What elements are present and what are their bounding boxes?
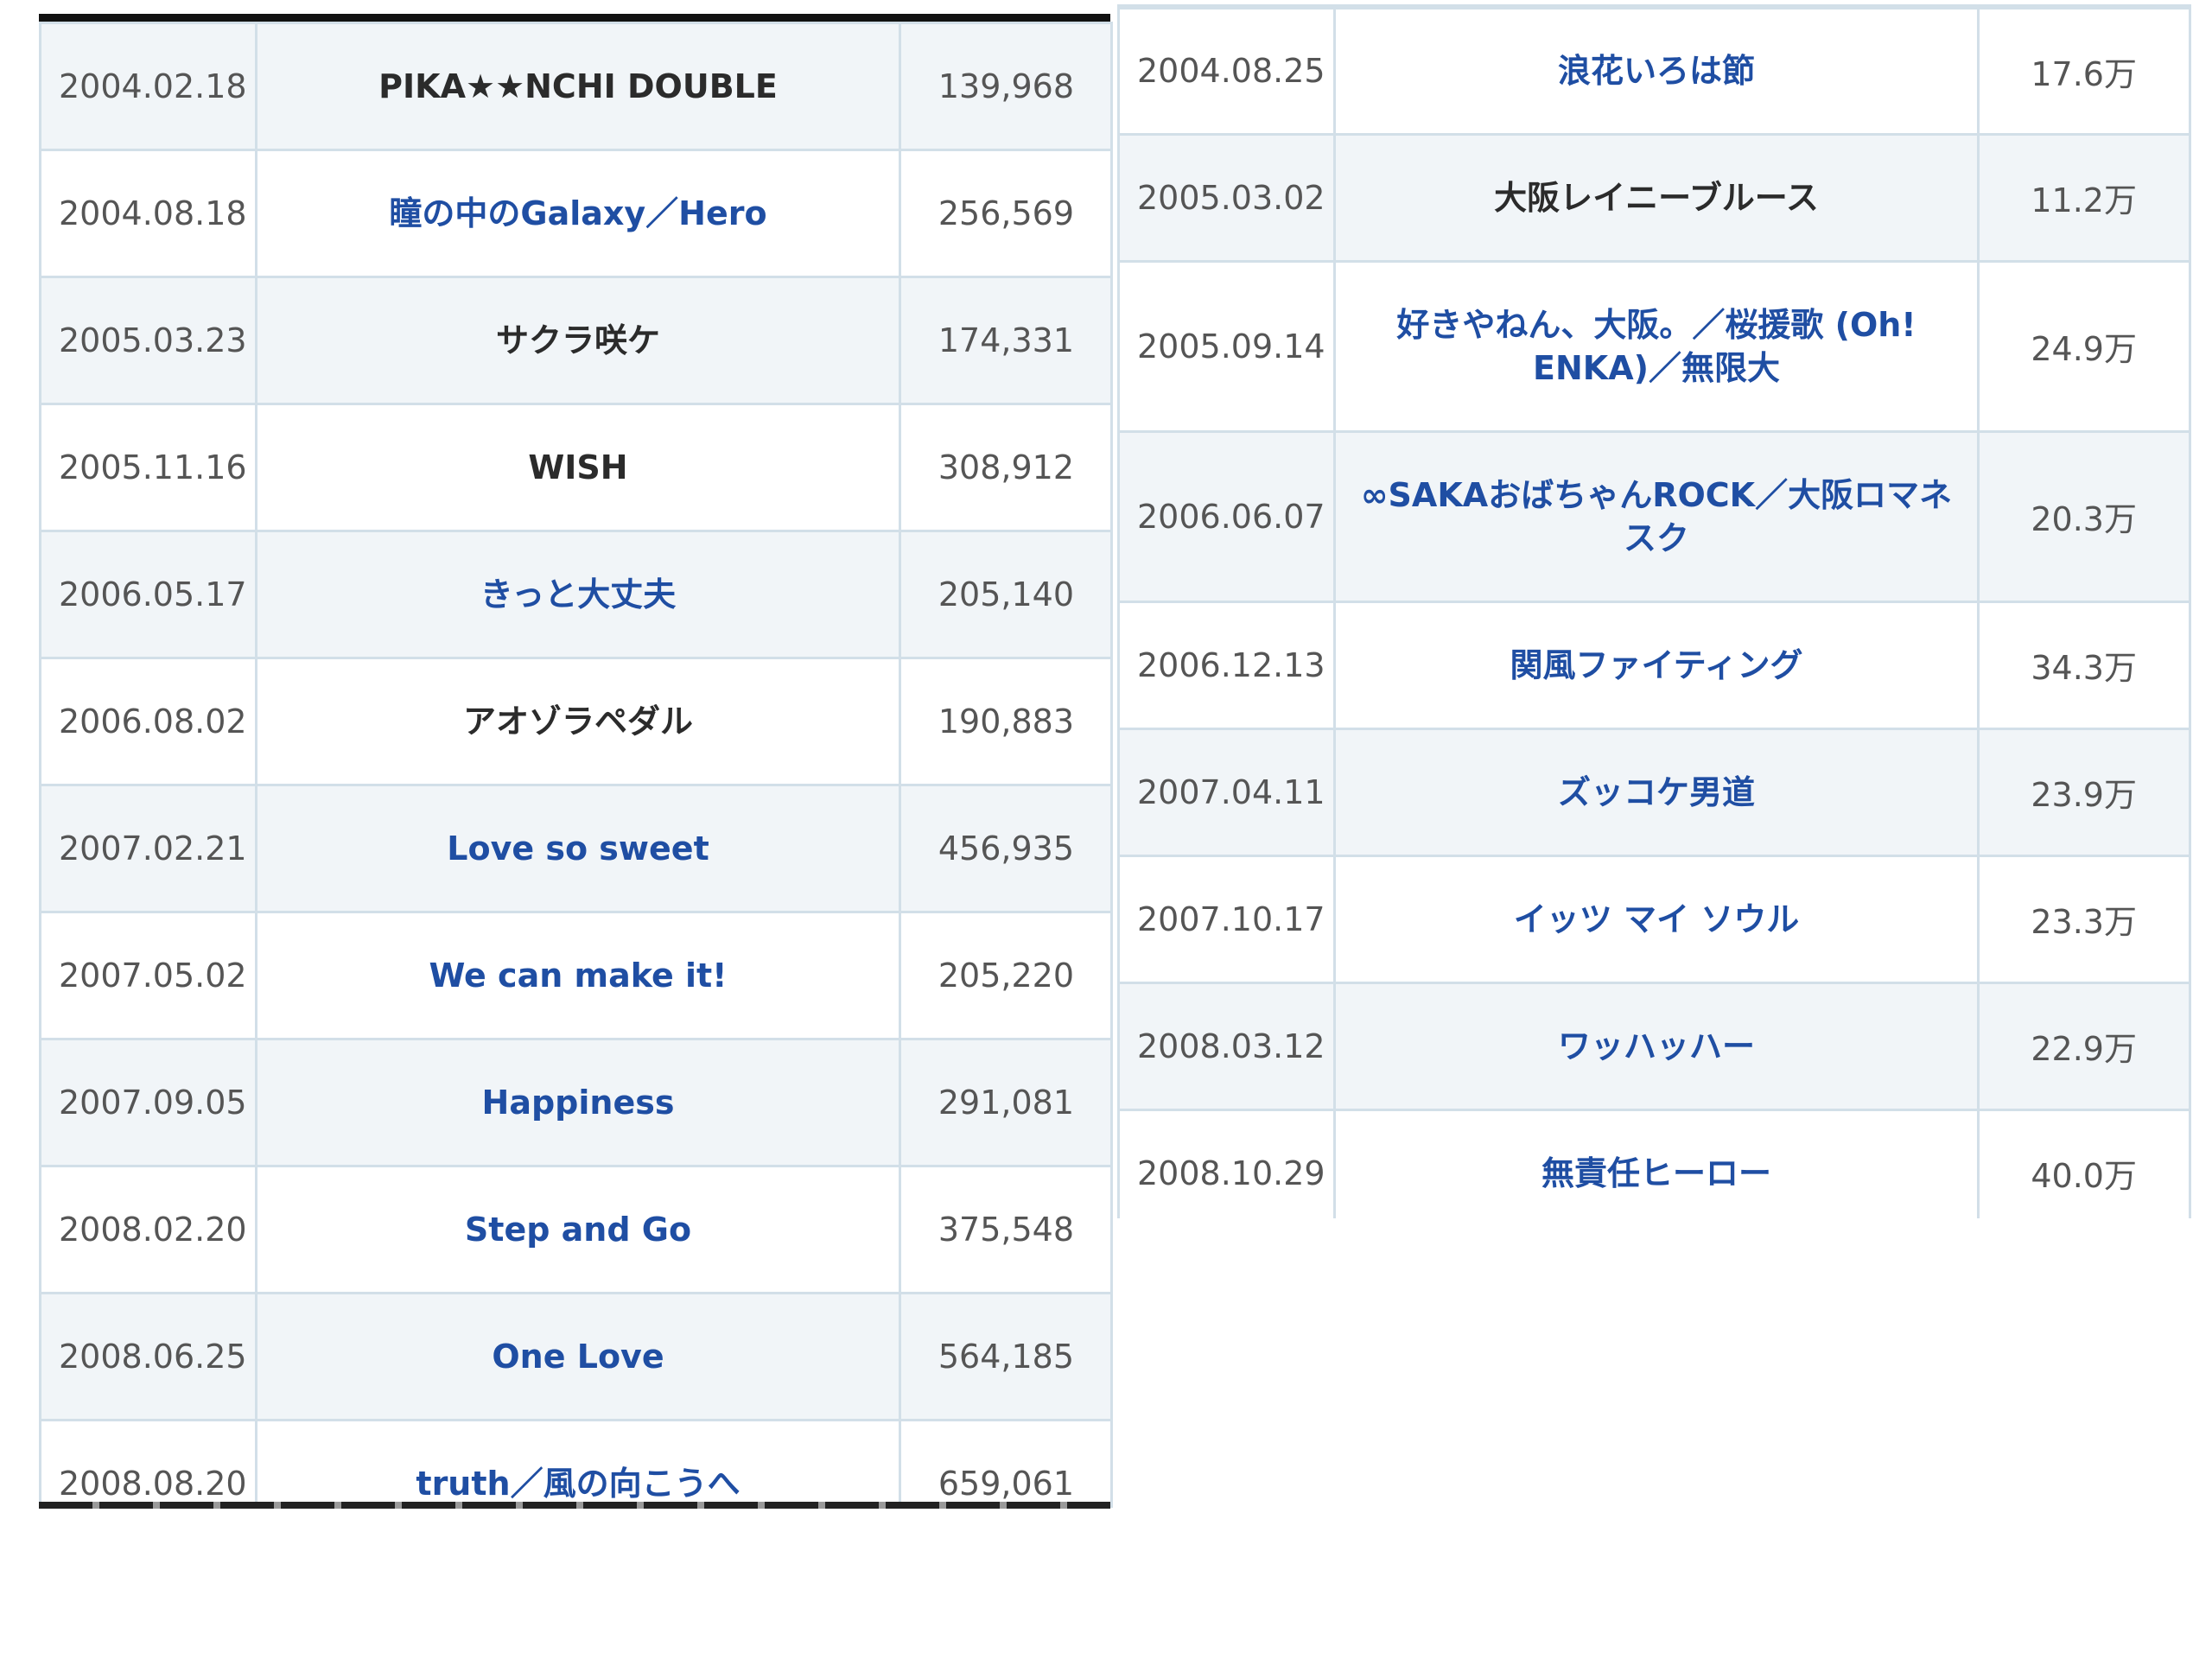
sales-count-cell: 23.3万: [1977, 854, 2191, 984]
table-row: 2008.10.29 無責任ヒーロー 40.0万: [1117, 1108, 2191, 1218]
single-title-link[interactable]: One Love: [492, 1338, 664, 1376]
table-row: 2008.06.25 One Love 564,185: [39, 1292, 1113, 1421]
sales-count-cell: 34.3万: [1977, 600, 2191, 730]
table-row: 2008.08.20 truth／風の向こうへ 659,061: [39, 1419, 1113, 1508]
release-date-cell: 2007.10.17: [1117, 854, 1336, 984]
single-title-cell: truth／風の向こうへ: [255, 1419, 901, 1508]
table-row: 2004.08.25 浪花いろは節 17.6万: [1117, 4, 2191, 136]
release-date-cell: 2005.03.02: [1117, 132, 1336, 263]
single-title-cell: ズッコケ男道: [1333, 727, 1980, 857]
release-date-cell: 2004.08.25: [1117, 4, 1336, 136]
single-title: 大阪レイニーブルース: [1494, 178, 1819, 217]
release-date-cell: 2006.12.13: [1117, 600, 1336, 730]
table-row: 2005.09.14 好きやねん、大阪。／桜援歌 (Oh! ENKA)／無限大 …: [1117, 259, 2191, 433]
single-title-link[interactable]: イッツ マイ ソウル: [1514, 900, 1799, 938]
single-title-cell: 好きやねん、大阪。／桜援歌 (Oh! ENKA)／無限大: [1333, 259, 1980, 433]
single-title-link[interactable]: ∞SAKAおばちゃんROCK／大阪ロマネスク: [1361, 476, 1952, 557]
release-date-cell: 2006.06.07: [1117, 429, 1336, 603]
single-title-cell: 関風ファイティング: [1333, 600, 1980, 730]
single-title-link[interactable]: 好きやねん、大阪。／桜援歌 (Oh! ENKA)／無限大: [1396, 306, 1916, 387]
sales-count-cell: 40.0万: [1977, 1108, 2191, 1218]
sales-count-cell: 24.9万: [1977, 259, 2191, 433]
sales-count-cell: 17.6万: [1977, 4, 2191, 136]
single-title-cell: 浪花いろは節: [1333, 4, 1980, 136]
sales-count-cell: 659,061: [899, 1419, 1113, 1508]
single-title-link[interactable]: 無責任ヒーロー: [1541, 1154, 1771, 1192]
release-date-cell: 2005.09.14: [1117, 259, 1336, 433]
right-table-viewport: 2004.08.25 浪花いろは節 17.6万 2005.03.02 大阪レイニ…: [0, 0, 2212, 1218]
table-row: 2008.03.12 ワッハッハー 22.9万: [1117, 981, 2191, 1111]
right-sales-table: 2004.08.25 浪花いろは節 17.6万 2005.03.02 大阪レイニ…: [1117, 4, 2191, 1218]
left-table-bottom-edge: [39, 1502, 1110, 1509]
sales-count-cell: 564,185: [899, 1292, 1113, 1421]
single-title-cell: 無責任ヒーロー: [1333, 1108, 1980, 1218]
single-title-link[interactable]: truth／風の向こうへ: [416, 1465, 740, 1503]
single-title-link[interactable]: 関風ファイティング: [1510, 646, 1803, 684]
sales-count-cell: 20.3万: [1977, 429, 2191, 603]
release-date-cell: 2008.03.12: [1117, 981, 1336, 1111]
sales-count-cell: 11.2万: [1977, 132, 2191, 263]
sales-count-cell: 22.9万: [1977, 981, 2191, 1111]
single-title-cell: ワッハッハー: [1333, 981, 1980, 1111]
table-row: 2007.04.11 ズッコケ男道 23.9万: [1117, 727, 2191, 857]
table-row: 2006.12.13 関風ファイティング 34.3万: [1117, 600, 2191, 730]
release-date-cell: 2007.04.11: [1117, 727, 1336, 857]
single-title-cell: One Love: [255, 1292, 901, 1421]
single-title-link[interactable]: 浪花いろは節: [1558, 52, 1755, 90]
single-title-cell: ∞SAKAおばちゃんROCK／大阪ロマネスク: [1333, 429, 1980, 603]
release-date-cell: 2008.06.25: [39, 1292, 257, 1421]
single-title-link[interactable]: ワッハッハー: [1558, 1027, 1755, 1065]
release-date-cell: 2008.08.20: [39, 1419, 257, 1508]
table-row: 2007.10.17 イッツ マイ ソウル 23.3万: [1117, 854, 2191, 984]
sales-count-cell: 23.9万: [1977, 727, 2191, 857]
single-title-cell: 大阪レイニーブルース: [1333, 132, 1980, 263]
table-row: 2005.03.02 大阪レイニーブルース 11.2万: [1117, 132, 2191, 263]
single-title-link[interactable]: ズッコケ男道: [1558, 773, 1755, 811]
right-table-body: 2004.08.25 浪花いろは節 17.6万 2005.03.02 大阪レイニ…: [1117, 4, 2191, 1218]
release-date-cell: 2008.10.29: [1117, 1108, 1336, 1218]
table-row: 2006.06.07 ∞SAKAおばちゃんROCK／大阪ロマネスク 20.3万: [1117, 429, 2191, 603]
single-title-cell: イッツ マイ ソウル: [1333, 854, 1980, 984]
